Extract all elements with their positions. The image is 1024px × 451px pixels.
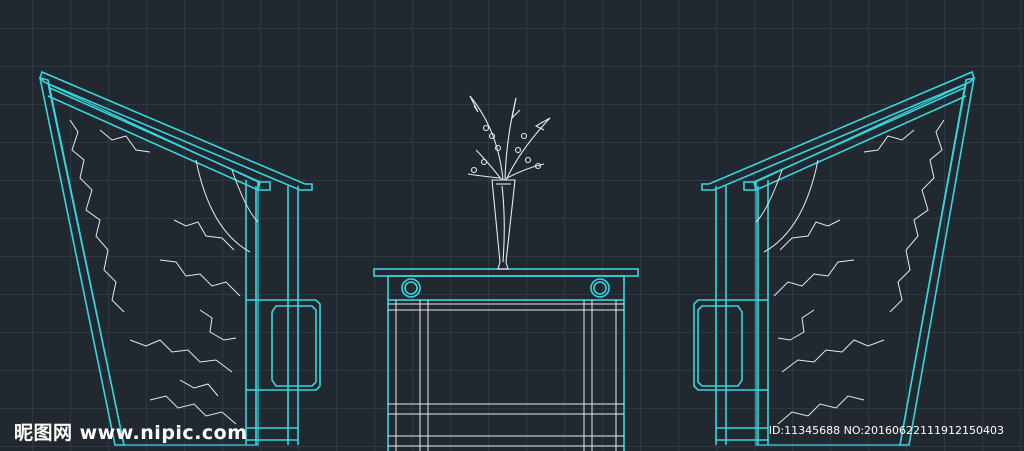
side-table-details <box>388 300 624 451</box>
right-armchair-details <box>755 119 945 425</box>
right-armchair <box>693 70 976 446</box>
side-table <box>373 268 639 451</box>
flower-vase <box>467 95 551 270</box>
left-armchair-details <box>69 119 259 425</box>
cad-drawing <box>38 70 976 451</box>
image-id-watermark: ID:11345688 NO:20160622111912150403 <box>768 424 1004 437</box>
nipic-watermark: 昵图网 www.nipic.com <box>14 422 248 444</box>
left-armchair <box>38 70 321 446</box>
cad-canvas: 昵图网 www.nipic.com ID:11345688 NO:2016062… <box>0 0 1024 451</box>
